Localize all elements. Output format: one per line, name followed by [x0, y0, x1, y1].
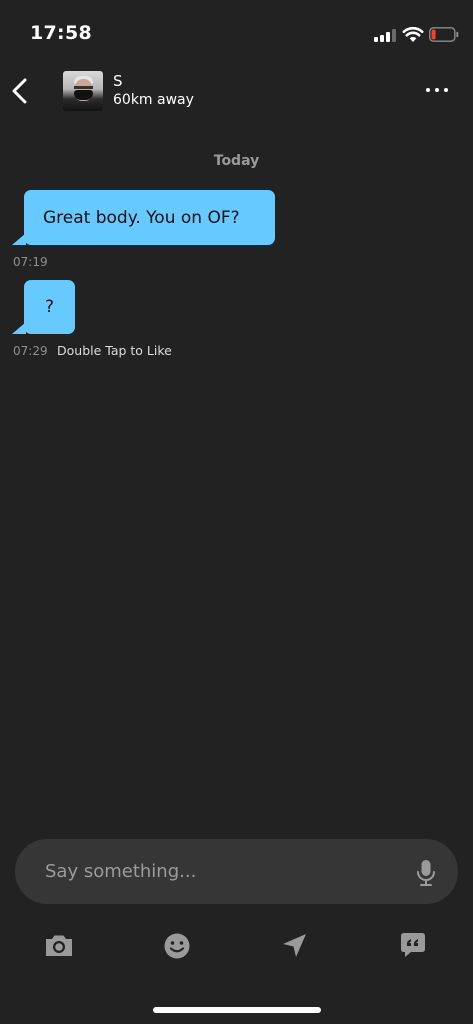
cellular-signal-icon — [374, 29, 398, 42]
message-bubble[interactable]: ? — [12, 280, 75, 334]
status-bar: 17:58 — [0, 0, 473, 60]
more-horizontal-icon — [426, 88, 430, 92]
camera-button[interactable] — [43, 929, 75, 961]
message-input[interactable] — [15, 839, 405, 904]
status-time: 17:58 — [30, 22, 92, 44]
more-options-button[interactable] — [422, 78, 452, 102]
home-indicator[interactable] — [153, 1007, 321, 1013]
microphone-icon — [417, 860, 435, 886]
location-arrow-icon — [283, 934, 306, 957]
message-bubble[interactable]: Great body. You on OF? — [12, 190, 275, 245]
emoji-button[interactable] — [161, 929, 193, 961]
emoji-icon — [164, 933, 190, 959]
date-divider: Today — [213, 153, 260, 169]
chat-screen: 17:58 S 60km away Today Great body. You … — [0, 0, 473, 1024]
double-tap-like-hint[interactable]: Double Tap to Like — [57, 343, 172, 358]
contact-name[interactable]: S — [113, 72, 123, 90]
chat-header: S 60km away — [0, 64, 473, 120]
microphone-button[interactable] — [415, 859, 437, 887]
battery-low-icon — [429, 27, 459, 42]
message-timestamp: 07:19 — [13, 255, 48, 269]
camera-icon — [46, 935, 72, 956]
location-button[interactable] — [279, 929, 311, 961]
avatar[interactable] — [63, 71, 103, 111]
composer — [15, 839, 458, 904]
contact-distance: 60km away — [113, 92, 194, 108]
chat-toolbar — [0, 925, 473, 965]
chevron-left-icon — [12, 78, 27, 104]
message-timestamp: 07:29 — [13, 344, 48, 358]
back-button[interactable] — [6, 74, 36, 108]
quick-phrases-icon — [401, 933, 425, 957]
wifi-icon — [402, 25, 424, 43]
quick-phrases-button[interactable] — [397, 929, 429, 961]
